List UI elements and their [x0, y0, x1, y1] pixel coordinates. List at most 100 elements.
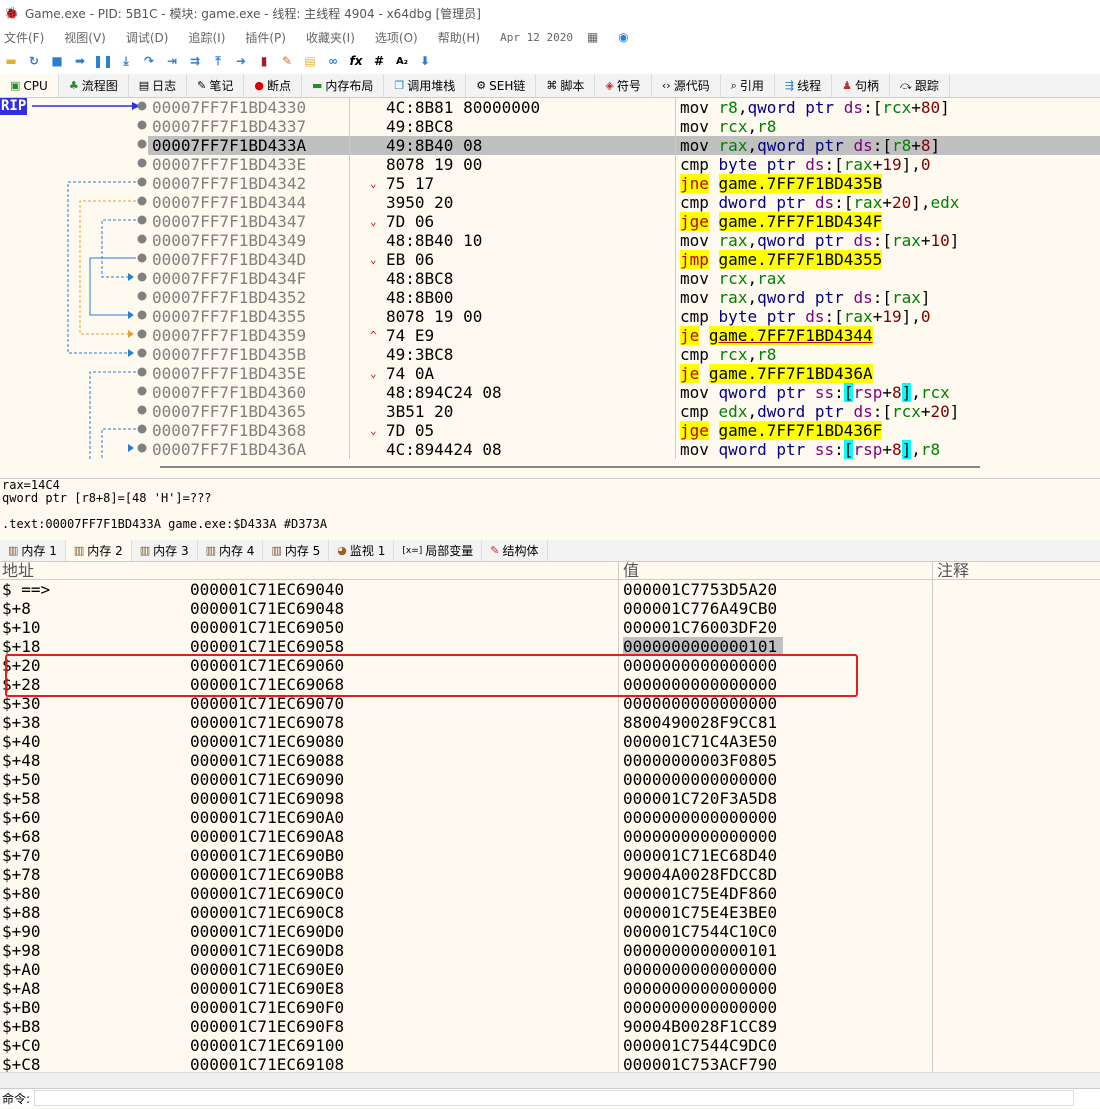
- disasm-row[interactable]: 00007FF7F1BD435E ⌄ 74 0A je game.7FF7F1BD43…: [148, 364, 1100, 383]
- step-into-icon[interactable]: ⤓: [117, 52, 135, 70]
- dump-row[interactable]: $+38 000001C71EC69078 8800490028F9CC81: [0, 713, 1100, 732]
- dump-row[interactable]: $+88 000001C71EC690C8 000001C75E4E3BE0: [0, 903, 1100, 922]
- disasm-row[interactable]: 00007FF7F1BD434D ⌄ EB 06 jmp game.7FF7F1BD4…: [148, 250, 1100, 269]
- tab-call-stack[interactable]: ❐ 调用堆栈: [384, 74, 467, 97]
- dump-row[interactable]: $+28 000001C71EC69068 0000000000000000: [0, 675, 1100, 694]
- disasm-row[interactable]: 00007FF7F1BD433E 8078 19 00 cmp byte ptr d…: [148, 155, 1100, 174]
- dump-horizontal-scrollbar[interactable]: [0, 1072, 1100, 1088]
- tab-locals[interactable]: [x=] 局部变量: [394, 540, 483, 561]
- run-to-user-code-icon[interactable]: ➜: [232, 52, 250, 70]
- scylla-icon[interactable]: ▮: [255, 52, 273, 70]
- dump-row[interactable]: $+A8 000001C71EC690E8 0000000000000000: [0, 979, 1100, 998]
- dump-row[interactable]: $+50 000001C71EC69090 0000000000000000: [0, 770, 1100, 789]
- calculator-icon[interactable]: ▦: [587, 30, 598, 44]
- restart-icon[interactable]: ↻: [25, 52, 43, 70]
- disasm-row[interactable]: 00007FF7F1BD434F 48:8BC8 mov rcx,rax: [148, 269, 1100, 288]
- dump-row[interactable]: $+60 000001C71EC690A0 0000000000000000: [0, 808, 1100, 827]
- dump-row[interactable]: $+98 000001C71EC690D8 0000000000000101: [0, 941, 1100, 960]
- patch-icon[interactable]: ✎: [278, 52, 296, 70]
- comment-icon[interactable]: ▤: [301, 52, 319, 70]
- step-over-icon[interactable]: ↷: [140, 52, 158, 70]
- dump-row[interactable]: $+C0 000001C71EC69100 000001C7544C9DC0: [0, 1036, 1100, 1055]
- tab-dump-2[interactable]: ▥ 内存 2: [65, 540, 132, 561]
- menu-favourites[interactable]: 收藏夹(I): [306, 29, 355, 46]
- disasm-row[interactable]: 00007FF7F1BD4337 49:8BC8 mov rcx,r8: [148, 117, 1100, 136]
- tab-trace[interactable]: ⤼ 跟踪: [890, 74, 950, 97]
- tab-dump-5[interactable]: ▥ 内存 5: [263, 540, 330, 561]
- run-icon[interactable]: ➡: [71, 52, 89, 70]
- dump-row[interactable]: $ ==> 000001C71EC69040 000001C7753D5A20: [0, 580, 1100, 599]
- dump-row[interactable]: $+48 000001C71EC69088 00000000003F0805: [0, 751, 1100, 770]
- tab-log[interactable]: ▤ 日志: [129, 74, 188, 97]
- disasm-row[interactable]: 00007FF7F1BD4352 48:8B00 mov rax,qword ptr…: [148, 288, 1100, 307]
- header-address[interactable]: 地址: [0, 562, 619, 580]
- disasm-row[interactable]: 00007FF7F1BD4344 3950 20 cmp dword ptr ds:…: [148, 193, 1100, 212]
- tab-cpu[interactable]: ▣ CPU: [0, 74, 59, 97]
- menu-view[interactable]: 视图(V): [64, 29, 106, 46]
- font-icon[interactable]: A₂: [393, 52, 411, 70]
- tab-dump-4[interactable]: ▥ 内存 4: [198, 540, 264, 561]
- dump-row[interactable]: $+68 000001C71EC690A8 0000000000000000: [0, 827, 1100, 846]
- dump-table[interactable]: 地址 值 注释 $ ==> 000001C71EC69040 000001C7753…: [0, 562, 1100, 1072]
- disasm-row[interactable]: 00007FF7F1BD4360 48:894C24 08 mov qword pt…: [148, 383, 1100, 402]
- tab-threads[interactable]: ⇶ 线程: [775, 74, 833, 97]
- dump-row[interactable]: $+8 000001C71EC69048 000001C776A49CB0: [0, 599, 1100, 618]
- tab-seh[interactable]: ⚙ SEH链: [466, 74, 537, 97]
- function-icon[interactable]: fx: [347, 52, 365, 70]
- tab-struct[interactable]: ✎ 结构体: [482, 540, 548, 561]
- tab-references[interactable]: ⌕ 引用: [721, 74, 775, 97]
- menu-file[interactable]: 文件(F): [4, 29, 44, 46]
- dump-row[interactable]: $+B0 000001C71EC690F0 0000000000000000: [0, 998, 1100, 1017]
- disasm-row-selected[interactable]: 00007FF7F1BD433A 49:8B40 08 mov rax,qword …: [148, 136, 1100, 155]
- tab-source[interactable]: ‹› 源代码: [652, 74, 721, 97]
- tab-symbols[interactable]: ◈ 符号: [595, 74, 652, 97]
- menu-debug[interactable]: 调试(D): [126, 29, 169, 46]
- tab-dump-3[interactable]: ▥ 内存 3: [132, 540, 198, 561]
- disasm-horizontal-scrollbar[interactable]: [160, 466, 980, 468]
- tab-watch-1[interactable]: ◕ 监视 1: [329, 540, 395, 561]
- dump-row[interactable]: $+78 000001C71EC690B8 90004A0028FDCC8D: [0, 865, 1100, 884]
- disasm-row[interactable]: 00007FF7F1BD436A 4C:894424 08 mov qword pt…: [148, 440, 1100, 459]
- pause-icon[interactable]: ❚❚: [93, 52, 113, 70]
- dump-row[interactable]: $+40 000001C71EC69080 000001C71C4A3E50: [0, 732, 1100, 751]
- menu-trace[interactable]: 追踪(I): [188, 29, 225, 46]
- header-comment[interactable]: 注释: [933, 562, 1100, 580]
- disasm-row[interactable]: 00007FF7F1BD435B 49:3BC8 cmp rcx,r8: [148, 345, 1100, 364]
- dump-row[interactable]: $+80 000001C71EC690C0 000001C75E4DF860: [0, 884, 1100, 903]
- disasm-row[interactable]: 00007FF7F1BD4347 ⌄ 7D 06 jge game.7FF7F1BD4…: [148, 212, 1100, 231]
- header-value[interactable]: 值: [619, 562, 933, 580]
- dump-row[interactable]: $+70 000001C71EC690B0 000001C71EC68D40: [0, 846, 1100, 865]
- close-icon[interactable]: ■: [48, 52, 66, 70]
- dump-row[interactable]: $+90 000001C71EC690D0 000001C7544C10C0: [0, 922, 1100, 941]
- trace-over-icon[interactable]: ⇉: [186, 52, 204, 70]
- tab-memory-map[interactable]: ▬ 内存布局: [302, 74, 385, 97]
- menu-options[interactable]: 选项(O): [375, 29, 418, 46]
- dump-row[interactable]: $+A0 000001C71EC690E0 0000000000000000: [0, 960, 1100, 979]
- download-icon[interactable]: ⬇: [416, 52, 434, 70]
- tab-breakpoints[interactable]: ● 断点: [244, 74, 302, 97]
- dump-row[interactable]: $+20 000001C71EC69060 0000000000000000: [0, 656, 1100, 675]
- execute-till-return-icon[interactable]: ⤒: [209, 52, 227, 70]
- disasm-row[interactable]: 00007FF7F1BD4330 4C:8B81 80000000 mov r8,q…: [148, 98, 1100, 117]
- menu-help[interactable]: 帮助(H): [438, 29, 480, 46]
- tab-handles[interactable]: ♟ 句柄: [832, 74, 891, 97]
- menu-plugins[interactable]: 插件(P): [245, 29, 286, 46]
- dump-row[interactable]: $+18 000001C71EC69058 0000000000000101: [0, 637, 1100, 656]
- dump-row[interactable]: $+30 000001C71EC69070 0000000000000000: [0, 694, 1100, 713]
- disassembly-table[interactable]: 00007FF7F1BD4330 4C:8B81 80000000 mov r8,q…: [148, 98, 1100, 459]
- dump-row[interactable]: $+C8 000001C71EC69108 000001C753ACF790: [0, 1055, 1100, 1072]
- tab-graph[interactable]: ♣ 流程图: [59, 74, 129, 97]
- tab-script[interactable]: ⌘ 脚本: [536, 74, 596, 97]
- command-input[interactable]: [34, 1090, 1075, 1106]
- disasm-row[interactable]: 00007FF7F1BD4365 3B51 20 cmp edx,dword ptr…: [148, 402, 1100, 421]
- disasm-row[interactable]: 00007FF7F1BD4349 48:8B40 10 mov rax,qword …: [148, 231, 1100, 250]
- disasm-row[interactable]: 00007FF7F1BD4359 ^ 74 E9 je game.7FF7F1BD43…: [148, 326, 1100, 345]
- disasm-row[interactable]: 00007FF7F1BD4355 8078 19 00 cmp byte ptr d…: [148, 307, 1100, 326]
- globe-icon[interactable]: ◉: [618, 30, 628, 44]
- dump-row[interactable]: $+10 000001C71EC69050 000001C76003DF20: [0, 618, 1100, 637]
- open-icon[interactable]: ▬: [2, 52, 20, 70]
- disasm-row[interactable]: 00007FF7F1BD4342 ⌄ 75 17 jne game.7FF7F1BD4…: [148, 174, 1100, 193]
- tab-notes[interactable]: ✎ 笔记: [187, 74, 245, 97]
- trace-into-icon[interactable]: ⇥: [163, 52, 181, 70]
- dump-row[interactable]: $+B8 000001C71EC690F8 90004B0028F1CC89: [0, 1017, 1100, 1036]
